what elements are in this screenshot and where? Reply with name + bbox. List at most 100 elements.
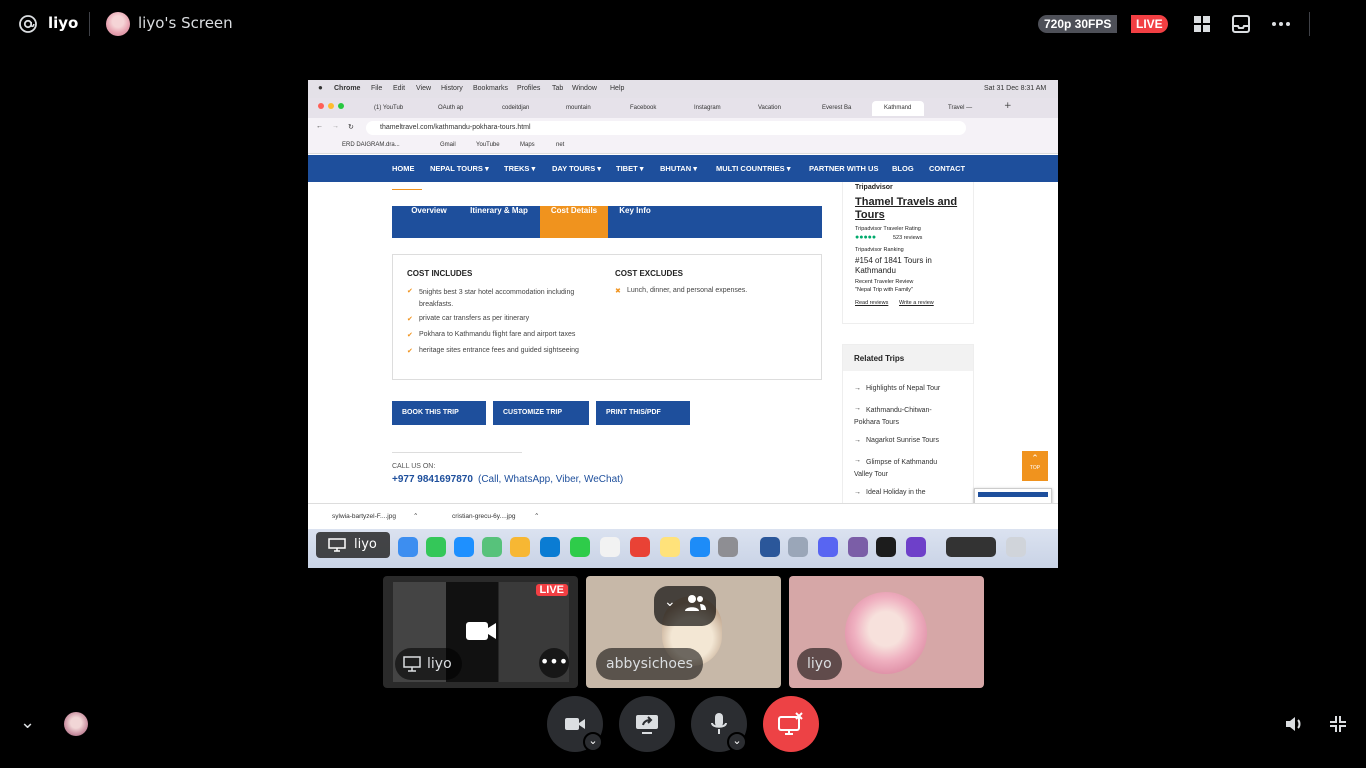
related-trip-link[interactable]: Highlights of Nepal Tour <box>866 385 940 392</box>
write-review-link[interactable]: Write a review <box>899 300 934 306</box>
tile-more-icon[interactable]: ••• <box>539 648 569 678</box>
camera-button[interactable]: ⌄ <box>547 696 603 752</box>
shared-screen[interactable]: ● Chrome File Edit View History Bookmark… <box>308 80 1058 568</box>
maps-icon[interactable] <box>482 537 502 557</box>
related-trip-link[interactable]: Kathmandu-Chitwan-Pokhara Tours <box>854 405 954 429</box>
related-trip-link[interactable]: Ideal Holiday in the <box>866 489 926 496</box>
nav-item[interactable]: HOME <box>392 155 415 182</box>
nav-item[interactable]: NEPAL TOURS ▾ <box>430 155 489 182</box>
bookmark[interactable]: Gmail <box>440 142 456 148</box>
inbox-icon[interactable] <box>1231 14 1251 34</box>
menu-item[interactable]: Help <box>610 85 624 92</box>
nav-item[interactable]: BHUTAN ▾ <box>660 155 697 182</box>
minimize-window-icon[interactable] <box>328 103 334 109</box>
visual-studio-icon[interactable] <box>848 537 868 557</box>
settings-icon[interactable] <box>718 537 738 557</box>
microphone-button[interactable]: ⌄ <box>691 696 747 752</box>
close-window-icon[interactable] <box>318 103 324 109</box>
browser-tab[interactable]: OAuth ap <box>426 101 478 116</box>
volume-icon[interactable] <box>1284 714 1306 734</box>
facetime-icon[interactable] <box>570 537 590 557</box>
mail-icon[interactable] <box>454 537 474 557</box>
trash-icon[interactable] <box>1006 537 1026 557</box>
maximize-window-icon[interactable] <box>338 103 344 109</box>
grid-layout-icon[interactable] <box>1192 14 1212 34</box>
business-name[interactable]: Thamel Travels and Tours <box>855 196 967 222</box>
stop-stream-button[interactable] <box>763 696 819 752</box>
nav-item[interactable]: BLOG <box>892 155 914 182</box>
menu-item[interactable]: Bookmarks <box>473 85 508 92</box>
bookmark[interactable]: YouTube <box>476 142 500 148</box>
chevron-down-icon[interactable]: ⌄ <box>20 712 35 733</box>
chevron-down-icon[interactable]: ⌄ <box>664 594 676 610</box>
nav-item[interactable]: CONTACT <box>929 155 965 182</box>
chevron-up-icon[interactable]: ⌃ <box>413 512 418 520</box>
menu-item[interactable]: History <box>441 85 463 92</box>
customize-trip-button[interactable]: CUSTOMIZE TRIP <box>493 401 589 425</box>
menu-item[interactable]: Chrome <box>334 85 360 92</box>
related-trip-link[interactable]: Nagarkot Sunrise Tours <box>866 437 939 444</box>
exit-fullscreen-icon[interactable] <box>1328 714 1348 734</box>
back-icon[interactable]: ← <box>316 123 323 130</box>
read-reviews-link[interactable]: Read reviews <box>855 300 888 306</box>
chrome-icon[interactable] <box>630 537 650 557</box>
nav-item[interactable]: PARTNER WITH US <box>809 155 878 182</box>
browser-tab[interactable]: Instagram <box>682 101 734 116</box>
nav-item[interactable]: TIBET ▾ <box>616 155 644 182</box>
more-options-icon[interactable] <box>1270 14 1292 34</box>
book-trip-button[interactable]: BOOK THIS TRIP <box>392 401 486 425</box>
download-item[interactable]: sylwia-bartyzel-F....jpg <box>332 513 396 520</box>
forward-icon[interactable]: → <box>332 123 339 130</box>
avatar[interactable] <box>64 712 88 736</box>
safari-icon[interactable] <box>398 537 418 557</box>
new-tab-icon[interactable]: + <box>1004 101 1012 111</box>
recent-apps-icon[interactable] <box>946 537 996 557</box>
scroll-top-button[interactable]: ⌃ TOP <box>1022 451 1048 481</box>
browser-tab[interactable]: (1) YouTub <box>362 101 420 116</box>
camera-options-chevron-icon[interactable]: ⌄ <box>583 732 603 752</box>
menu-item[interactable]: Edit <box>393 85 405 92</box>
vscode-icon[interactable] <box>540 537 560 557</box>
browser-tab-active[interactable]: Kathmand <box>872 101 924 116</box>
participant-tile[interactable]: ⌄ abbysichoes <box>586 576 781 688</box>
related-trip-link[interactable]: Glimpse of Kathmandu Valley Tour <box>854 457 954 481</box>
tab-key-info[interactable]: Key Info <box>612 206 658 238</box>
chevron-up-icon[interactable]: ⌃ <box>534 512 539 520</box>
print-pdf-button[interactable]: PRINT THIS/PDF <box>596 401 690 425</box>
download-item[interactable]: cristian-grecu-6y....jpg <box>452 513 515 520</box>
browser-tab[interactable]: mountain <box>554 101 606 116</box>
app-store-icon[interactable] <box>690 537 710 557</box>
tab-itinerary[interactable]: Itinerary & Map <box>464 206 534 238</box>
browser-tab[interactable]: Facebook <box>618 101 670 116</box>
github-icon[interactable] <box>906 537 926 557</box>
photos-icon[interactable] <box>510 537 530 557</box>
phone-number[interactable]: +977 9841697870 <box>392 474 473 485</box>
menu-item[interactable]: Window <box>572 85 597 92</box>
browser-tab[interactable]: Travel — <box>936 101 988 116</box>
browser-tab[interactable]: Vacation <box>746 101 798 116</box>
bookmark[interactable]: net <box>556 142 564 148</box>
browser-tab[interactable]: codeitdjan <box>490 101 542 116</box>
nav-item[interactable]: DAY TOURS ▾ <box>552 155 601 182</box>
menu-item[interactable]: Tab <box>552 85 563 92</box>
people-icon[interactable] <box>684 594 706 612</box>
bookmark[interactable]: ERD DAIGRAM.dra... <box>342 142 400 148</box>
reload-icon[interactable]: ↻ <box>348 123 354 131</box>
menu-item[interactable]: Profiles <box>517 85 540 92</box>
nav-item[interactable]: MULTI COUNTRIES ▾ <box>716 155 790 182</box>
notes-icon[interactable] <box>660 537 680 557</box>
microphone-options-chevron-icon[interactable]: ⌄ <box>727 732 747 752</box>
nav-item[interactable]: TREKS ▾ <box>504 155 535 182</box>
tab-overview[interactable]: Overview <box>402 206 456 238</box>
terminal-icon[interactable] <box>876 537 896 557</box>
menu-item[interactable]: View <box>416 85 431 92</box>
tab-cost-details[interactable]: Cost Details <box>540 206 608 238</box>
screen-share-button[interactable] <box>619 696 675 752</box>
participant-tile[interactable]: liyo <box>789 576 984 688</box>
reminders-icon[interactable] <box>600 537 620 557</box>
messages-icon[interactable] <box>426 537 446 557</box>
word-icon[interactable] <box>760 537 780 557</box>
preview-icon[interactable] <box>788 537 808 557</box>
participant-tile-stream[interactable]: LIVE liyo ••• <box>383 576 578 688</box>
browser-tab[interactable]: Everest Ba <box>810 101 862 116</box>
